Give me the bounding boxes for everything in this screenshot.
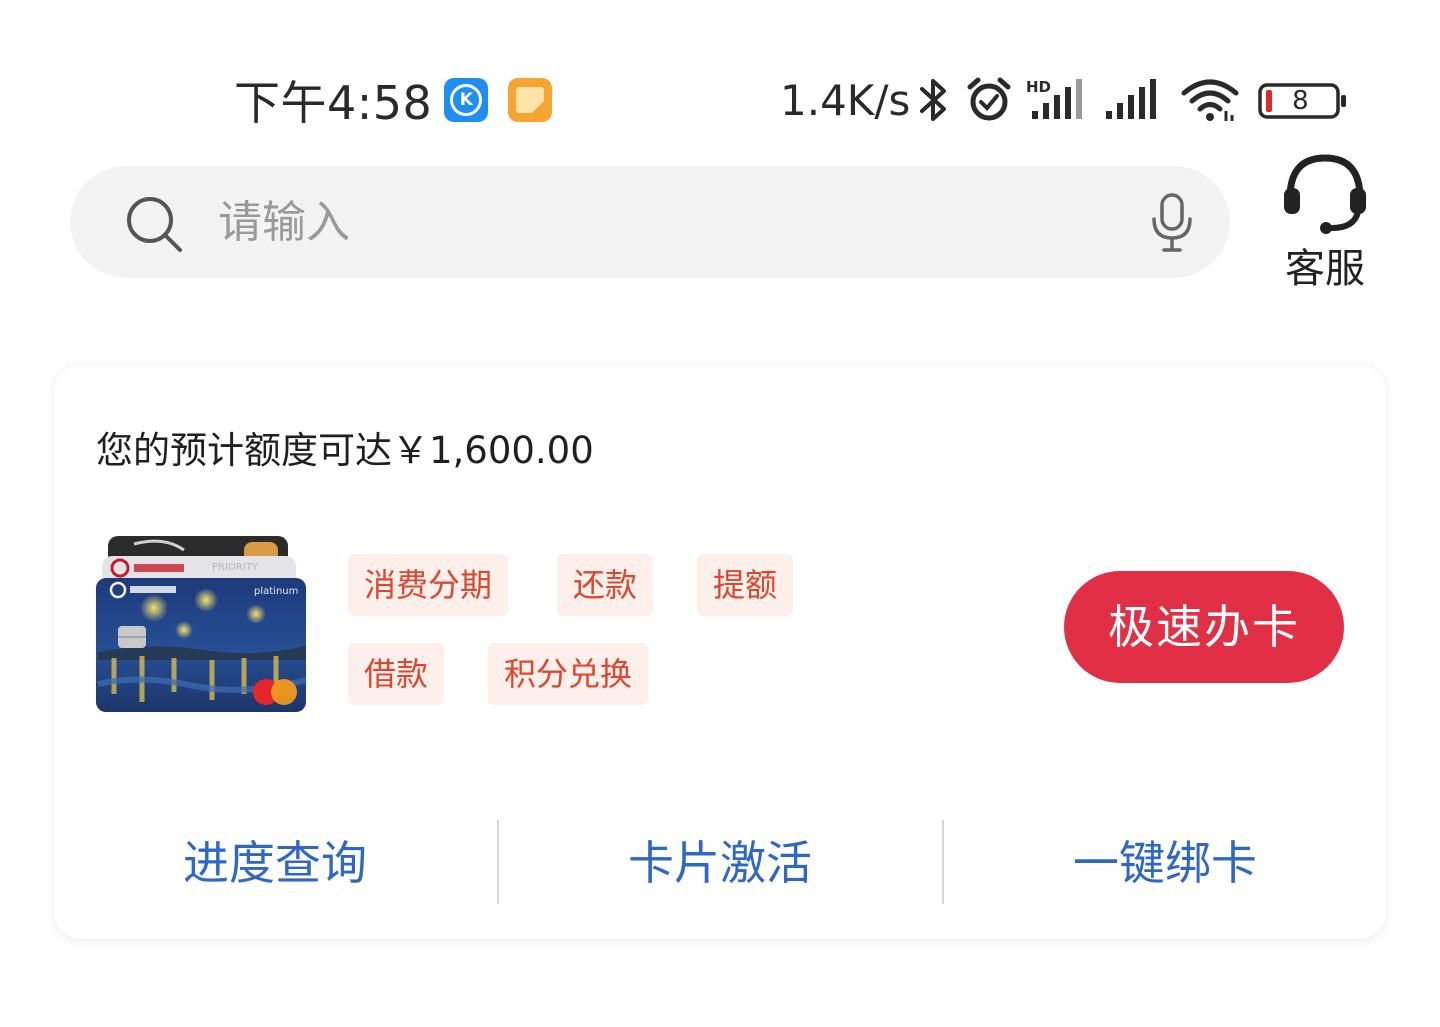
tag-installment[interactable]: 消费分期: [348, 554, 509, 616]
tag-loan[interactable]: 借款: [348, 643, 445, 705]
battery-level: 8: [1292, 86, 1309, 116]
hd-signal-icon: HD: [1026, 75, 1090, 125]
headset-icon: [1280, 152, 1370, 240]
tag-points-exchange[interactable]: 积分兑换: [488, 643, 649, 705]
status-right: 1.4K/s HD 8: [780, 62, 1348, 138]
bind-card-link[interactable]: 一键绑卡: [1040, 830, 1290, 896]
search-input[interactable]: [218, 188, 1098, 256]
divider: [942, 820, 944, 904]
status-time: 下午4:58: [234, 76, 433, 130]
quick-apply-button[interactable]: 极速办卡: [1064, 571, 1344, 683]
svg-text:platinum: platinum: [254, 586, 298, 597]
note-app-icon: [508, 78, 553, 122]
tag-limit-increase[interactable]: 提额: [697, 554, 794, 616]
divider: [497, 820, 499, 904]
customer-service-button[interactable]: 客服: [1270, 152, 1380, 292]
search-icon[interactable]: [124, 194, 184, 258]
microphone-icon[interactable]: [1150, 192, 1194, 258]
wifi-icon: [1180, 75, 1240, 125]
signal-icon: [1104, 75, 1168, 125]
status-left: 下午4:58 K: [234, 62, 553, 138]
k-app-icon: K: [444, 78, 489, 122]
svg-text:PRIORITY: PRIORITY: [212, 562, 259, 573]
alarm-icon: [964, 75, 1014, 125]
card-activation-link[interactable]: 卡片激活: [595, 830, 845, 896]
battery-icon: 8: [1258, 75, 1348, 125]
screen: 下午4:58 K 1.4K/s HD 8 请输入 客服 您的预计额度可达￥1,6…: [0, 0, 1440, 1027]
credit-limit-estimate: 您的预计额度可达￥1,600.00: [96, 429, 594, 472]
svg-text:HD: HD: [1026, 78, 1051, 96]
bluetooth-icon: [916, 75, 950, 125]
progress-query-link[interactable]: 进度查询: [150, 830, 400, 896]
network-speed: 1.4K/s: [780, 75, 911, 125]
credit-card-image: PRIORITY platinum: [94, 534, 310, 716]
status-bar: 下午4:58 K 1.4K/s HD 8: [0, 62, 1440, 138]
tag-repayment[interactable]: 还款: [557, 554, 654, 616]
customer-service-label: 客服: [1285, 246, 1365, 292]
